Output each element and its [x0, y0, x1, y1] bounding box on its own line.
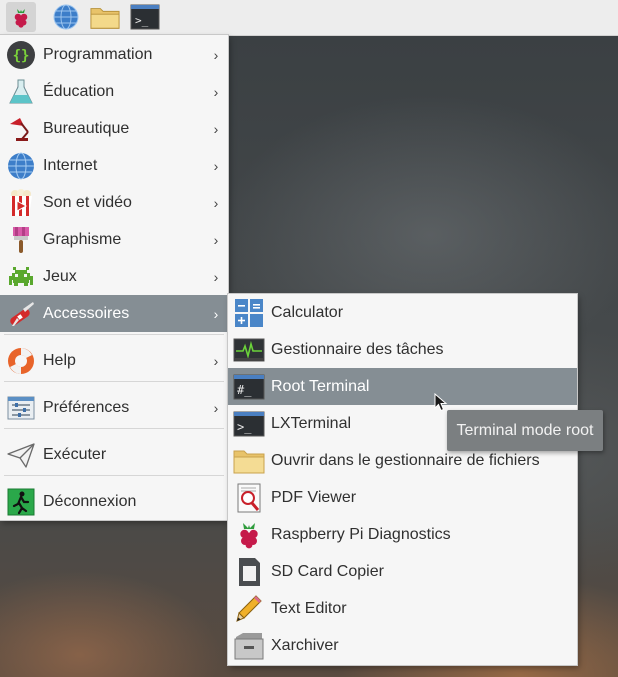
menu-item-label: Préférences: [43, 398, 130, 416]
chevron-right-icon: ›: [213, 157, 219, 174]
file-manager-icon: [90, 8, 120, 29]
globe-icon: [5, 150, 37, 182]
chevron-right-icon: ›: [213, 46, 219, 63]
submenu-item-text-editor[interactable]: Text Editor: [228, 590, 577, 627]
submenu-item-label: Raspberry Pi Diagnostics: [271, 525, 451, 543]
application-menu: {} Programmation › Éducation › Bureautiq…: [0, 35, 228, 520]
root-terminal-icon: #_: [233, 371, 265, 403]
submenu-item-label: SD Card Copier: [271, 562, 384, 580]
chevron-right-icon: ›: [213, 305, 219, 322]
submenu-item-label: Calculator: [271, 303, 344, 321]
web-browser-button[interactable]: [51, 2, 81, 32]
menu-item-programmation[interactable]: {} Programmation ›: [0, 36, 228, 73]
chevron-right-icon: ›: [213, 120, 219, 137]
menu-item-label: Programmation: [43, 45, 153, 63]
menu-item-graphisme[interactable]: Graphisme ›: [0, 221, 228, 258]
submenu-item-rpi-diagnostics[interactable]: Raspberry Pi Diagnostics: [228, 516, 577, 553]
archive-icon: [233, 630, 265, 662]
chevron-right-icon: ›: [213, 231, 219, 248]
desk-lamp-icon: [5, 113, 37, 145]
menu-item-bureautique[interactable]: Bureautique ›: [0, 110, 228, 147]
top-panel: >_: [0, 0, 618, 36]
chevron-right-icon: ›: [213, 268, 219, 285]
menu-item-executer[interactable]: Exécuter: [0, 436, 228, 473]
popcorn-video-icon: [5, 187, 37, 219]
menu-item-label: Internet: [43, 156, 98, 174]
file-manager-button[interactable]: [90, 2, 120, 32]
paper-plane-icon: [5, 439, 37, 471]
submenu-item-label: Xarchiver: [271, 636, 339, 654]
menu-item-label: Bureautique: [43, 119, 130, 137]
menu-item-label: Son et vidéo: [43, 193, 132, 211]
pdf-viewer-icon: [233, 482, 265, 514]
terminal-button[interactable]: >_: [130, 2, 160, 32]
menu-separator: [4, 334, 224, 335]
raspberry-icon: [233, 519, 265, 551]
svg-text:#_: #_: [237, 383, 252, 397]
pencil-icon: [233, 593, 265, 625]
menu-item-education[interactable]: Éducation ›: [0, 73, 228, 110]
submenu-item-label: Text Editor: [271, 599, 347, 617]
submenu-item-sd-card-copier[interactable]: SD Card Copier: [228, 553, 577, 590]
raspberry-menu-icon: [14, 9, 28, 28]
menu-separator: [4, 381, 224, 382]
submenu-item-calculator[interactable]: Calculator: [228, 294, 577, 331]
menu-separator: [4, 475, 224, 476]
menu-item-deconnexion[interactable]: Déconnexion: [0, 483, 228, 520]
menu-item-label: Exécuter: [43, 445, 107, 463]
raspberry-menu-button[interactable]: [6, 2, 36, 32]
braces-icon: {}: [5, 39, 37, 71]
submenu-item-label: PDF Viewer: [271, 488, 357, 506]
submenu-item-task-manager[interactable]: Gestionnaire des tâches: [228, 331, 577, 368]
menu-item-label: Help: [43, 351, 76, 369]
submenu-item-label: Gestionnaire des tâches: [271, 340, 444, 358]
svg-text:{}: {}: [13, 48, 30, 64]
exit-runner-icon: [5, 486, 37, 518]
svg-text:>_: >_: [135, 14, 149, 27]
chevron-right-icon: ›: [213, 399, 219, 416]
submenu-item-xarchiver[interactable]: Xarchiver: [228, 627, 577, 664]
paintbrush-icon: [5, 224, 37, 256]
terminal-icon: >_: [233, 408, 265, 440]
calculator-icon: [233, 297, 265, 329]
chevron-right-icon: ›: [213, 352, 219, 369]
lifebuoy-icon: [5, 345, 37, 377]
menu-separator: [4, 428, 224, 429]
submenu-item-pdf-viewer[interactable]: PDF Viewer: [228, 479, 577, 516]
menu-item-jeux[interactable]: Jeux ›: [0, 258, 228, 295]
menu-item-label: Déconnexion: [43, 492, 137, 510]
submenu-item-label: Ouvrir dans le gestionnaire de fichiers: [271, 451, 540, 469]
menu-item-label: Accessoires: [43, 304, 130, 322]
svg-text:>_: >_: [237, 420, 252, 434]
folder-icon: [233, 445, 265, 477]
terminal-icon: >_: [130, 4, 160, 30]
submenu-item-root-terminal[interactable]: #_ Root Terminal: [228, 368, 577, 405]
swiss-knife-icon: [5, 298, 37, 330]
preferences-icon: [5, 392, 37, 424]
menu-item-son-et-video[interactable]: Son et vidéo ›: [0, 184, 228, 221]
accessories-submenu: Calculator Gestionnaire des tâches #_ Ro…: [228, 294, 577, 665]
menu-item-accessoires[interactable]: Accessoires ›: [0, 295, 228, 332]
tooltip: Terminal mode root: [447, 410, 603, 451]
web-browser-icon: [53, 4, 79, 30]
menu-item-label: Éducation: [43, 82, 115, 100]
flask-icon: [5, 76, 37, 108]
task-manager-icon: [233, 334, 265, 366]
mouse-cursor-icon: [434, 393, 448, 412]
menu-item-internet[interactable]: Internet ›: [0, 147, 228, 184]
chevron-right-icon: ›: [213, 83, 219, 100]
menu-item-label: Jeux: [43, 267, 77, 285]
chevron-right-icon: ›: [213, 194, 219, 211]
menu-item-help[interactable]: Help ›: [0, 342, 228, 379]
menu-item-label: Graphisme: [43, 230, 122, 248]
submenu-item-label: Root Terminal: [271, 377, 370, 395]
menu-item-preferences[interactable]: Préférences ›: [0, 389, 228, 426]
space-invader-icon: [5, 261, 37, 293]
sd-card-icon: [233, 556, 265, 588]
